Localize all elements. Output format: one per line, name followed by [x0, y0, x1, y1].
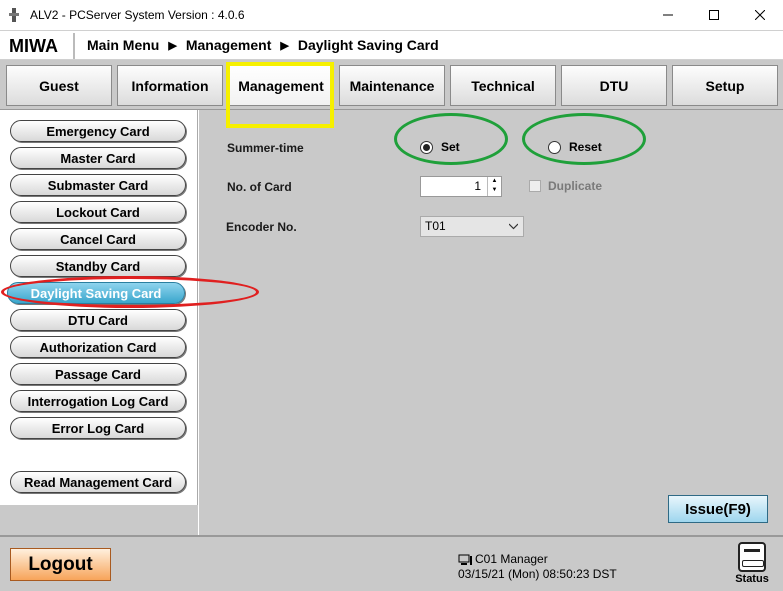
sidebar: Emergency Card Master Card Submaster Car…: [0, 110, 198, 535]
issue-button[interactable]: Issue(F9): [668, 495, 768, 523]
window-title: ALV2 - PCServer System Version : 4.0.6: [30, 8, 245, 22]
close-button[interactable]: [737, 0, 783, 30]
sidebar-footer: [0, 505, 198, 535]
sidebar-item-emergency-card[interactable]: Emergency Card: [10, 120, 186, 142]
title-bar: ALV2 - PCServer System Version : 4.0.6: [0, 0, 783, 30]
breadcrumb-arrow-icon: ▶: [280, 39, 289, 52]
breadcrumb-main-menu[interactable]: Main Menu: [87, 37, 159, 53]
tab-information[interactable]: Information: [117, 65, 223, 106]
num-card-stepper[interactable]: 1 ▲ ▼: [420, 176, 502, 197]
computer-icon: [458, 554, 472, 565]
duplicate-checkbox[interactable]: Duplicate: [529, 179, 602, 193]
tab-dtu[interactable]: DTU: [561, 65, 667, 106]
breadcrumb-management[interactable]: Management: [186, 37, 272, 53]
minimize-icon: [663, 14, 673, 16]
sidebar-item-master-card[interactable]: Master Card: [10, 147, 186, 169]
stepper-up-icon[interactable]: ▲: [488, 177, 501, 186]
datetime: 03/15/21 (Mon) 08:50:23 DST: [458, 567, 617, 581]
radio-reset-label: Reset: [569, 140, 602, 154]
status-button[interactable]: Status: [734, 542, 770, 585]
close-icon: [755, 10, 765, 20]
duplicate-label: Duplicate: [548, 179, 603, 193]
tab-technical[interactable]: Technical: [450, 65, 556, 106]
maximize-button[interactable]: [691, 0, 737, 30]
radio-reset[interactable]: Reset: [548, 140, 602, 154]
sidebar-item-cancel-card[interactable]: Cancel Card: [10, 228, 186, 250]
app-icon: [9, 8, 19, 22]
stepper-down-icon[interactable]: ▼: [488, 186, 501, 195]
sidebar-item-dtu-card[interactable]: DTU Card: [10, 309, 186, 331]
maximize-icon: [709, 10, 719, 20]
sidebar-item-submaster-card[interactable]: Submaster Card: [10, 174, 186, 196]
sidebar-item-authorization-card[interactable]: Authorization Card: [10, 336, 186, 358]
num-card-label: No. of Card: [227, 180, 292, 194]
checkbox-icon: [529, 180, 541, 192]
radio-unselected-icon: [548, 140, 561, 154]
breadcrumb-bar: MIWA Main Menu ▶ Management ▶ Daylight S…: [0, 30, 783, 60]
card-encoder-icon: [738, 542, 766, 572]
sidebar-item-daylight-saving-card[interactable]: Daylight Saving Card: [7, 282, 185, 304]
sidebar-item-interrogation-log-card[interactable]: Interrogation Log Card: [10, 390, 186, 412]
sidebar-item-standby-card[interactable]: Standby Card: [10, 255, 186, 277]
breadcrumb-arrow-icon: ▶: [168, 39, 177, 52]
radio-set-label: Set: [441, 140, 460, 154]
breadcrumb: Main Menu ▶ Management ▶ Daylight Saving…: [87, 37, 439, 53]
encoder-label: Encoder No.: [226, 220, 297, 234]
main-panel: Summer-time Set Reset No. of Card Encode…: [199, 110, 783, 535]
minimize-button[interactable]: [645, 0, 691, 30]
status-bar: Logout C01 Manager 03/15/21 (Mon) 08:50:…: [0, 535, 783, 591]
tab-maintenance[interactable]: Maintenance: [339, 65, 445, 106]
encoder-value: T01: [425, 219, 446, 233]
brand-logo: MIWA: [3, 33, 75, 59]
tab-setup[interactable]: Setup: [672, 65, 778, 106]
status-label: Status: [735, 573, 769, 585]
tab-guest[interactable]: Guest: [6, 65, 112, 106]
summer-time-label: Summer-time: [227, 141, 304, 155]
sidebar-item-passage-card[interactable]: Passage Card: [10, 363, 186, 385]
chevron-down-icon: [508, 217, 519, 242]
tab-management[interactable]: Management: [228, 65, 334, 106]
stepper-arrows[interactable]: ▲ ▼: [487, 177, 501, 196]
sidebar-item-error-log-card[interactable]: Error Log Card: [10, 417, 186, 439]
num-card-value: 1: [474, 179, 481, 193]
logout-button[interactable]: Logout: [10, 548, 111, 581]
read-management-card-button[interactable]: Read Management Card: [10, 471, 186, 493]
main-tab-bar: Guest Information Management Maintenance…: [0, 60, 783, 110]
user-info: C01 Manager 03/15/21 (Mon) 08:50:23 DST: [458, 552, 617, 582]
user-name: C01 Manager: [475, 552, 548, 566]
radio-selected-icon: [420, 140, 433, 154]
breadcrumb-current: Daylight Saving Card: [297, 37, 439, 53]
sidebar-item-lockout-card[interactable]: Lockout Card: [10, 201, 186, 223]
encoder-select[interactable]: T01: [420, 216, 524, 237]
radio-set[interactable]: Set: [420, 140, 460, 154]
